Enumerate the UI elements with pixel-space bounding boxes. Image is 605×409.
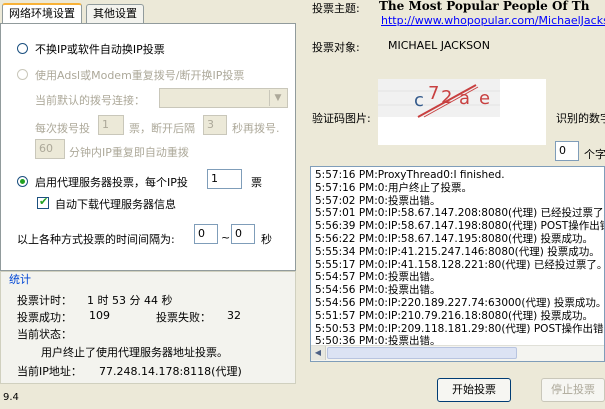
redial-seconds-input[interactable]: 3 xyxy=(203,115,227,135)
captcha-count-unit: 个字 xyxy=(584,148,605,161)
captcha-char-1: c xyxy=(414,90,424,111)
proxy-votes-unit: 票 xyxy=(251,176,262,189)
dial-connection-label: 当前默认的拨号连接： xyxy=(35,94,145,107)
vote-url-link[interactable]: http://www.whopopular.com/MichaelJackson xyxy=(381,14,605,27)
statistics-group: 统计 投票计时： 1 时 53 分 44 秒 投票成功： 109 投票失败： 3… xyxy=(0,271,296,384)
interval-unit: 秒 xyxy=(261,233,272,246)
captcha-image: c 7 2 a e xyxy=(378,79,546,145)
log-line: 5:54:57 PM:0:投票出错。 xyxy=(315,271,441,284)
log-line: 5:57:16 PM:0:用户终止了投票。 xyxy=(315,181,472,194)
dial-connection-select[interactable]: ▼ xyxy=(159,88,288,108)
proxy-votes-input[interactable]: 1 xyxy=(207,169,242,189)
vote-subject-value: The Most Popular People Of Th xyxy=(379,0,590,13)
tab-other-settings[interactable]: 其他设置 xyxy=(86,4,144,23)
radio-adsl-redial-label: 使用Adsl或Modem重复拨号/断开换IP投票 xyxy=(35,69,245,82)
vote-target-value: MICHAEL JACKSON xyxy=(388,39,490,52)
interval-tilde: ~ xyxy=(221,231,231,244)
redial-prefix-label: 每次拨号投 xyxy=(35,122,90,135)
vote-subject-label: 投票主题: xyxy=(312,2,360,15)
log-line: 5:56:39 PM:0:IP:58.67.147.198:8080(代理) P… xyxy=(315,220,605,233)
current-status-label: 当前状态： xyxy=(17,328,72,341)
interval-from-input[interactable]: 0 xyxy=(194,224,218,244)
repeat-suffix-label: 分钟内IP重复即自动重拨 xyxy=(69,146,189,159)
radio-proxy-vote[interactable] xyxy=(17,176,28,187)
start-vote-button[interactable]: 开始投票 xyxy=(437,378,511,402)
redial-votes-input[interactable]: 1 xyxy=(98,115,124,135)
horizontal-scrollbar[interactable]: ◀ xyxy=(311,345,604,361)
vote-log[interactable]: 5:57:16 PM:ProxyThread0:I finished. 5:57:… xyxy=(310,166,605,362)
scroll-thumb[interactable] xyxy=(327,347,517,359)
current-status-value: 用户终止了使用代理服务器地址投票。 xyxy=(41,346,228,359)
log-line: 5:55:34 PM:0:IP:41.215.247.146:8080(代理) … xyxy=(315,245,600,258)
stop-vote-button[interactable]: 停止投票 xyxy=(541,378,605,402)
vote-time-label: 投票计时： xyxy=(17,294,72,307)
auto-download-proxy-label: 自动下载代理服务器信息 xyxy=(55,198,176,211)
log-line: 5:57:01 PM:0:IP:58.67.147.208:8080(代理) 已… xyxy=(315,207,605,220)
log-line: 5:54:56 PM:0:IP:220.189.227.74:63000(代理)… xyxy=(315,297,605,309)
auto-download-proxy-checkbox[interactable]: ✔ xyxy=(37,195,49,209)
tab-network-settings[interactable]: 网络环境设置 xyxy=(2,3,82,25)
vote-success-value: 109 xyxy=(89,309,110,322)
interval-label: 以上各种方式投票的时间间隔为: xyxy=(17,233,175,246)
version-label: 9.4 xyxy=(3,392,19,403)
statistics-title: 统计 xyxy=(9,273,31,286)
log-line: 5:57:02 PM:0:投票出错。 xyxy=(315,194,441,207)
scroll-left-icon[interactable]: ◀ xyxy=(311,346,326,360)
radio-proxy-vote-label: 启用代理服务器投票，每个IP投 xyxy=(35,176,188,189)
vote-fail-label: 投票失败： xyxy=(156,311,211,324)
current-ip-value: 77.248.14.178:8118(代理) xyxy=(99,365,242,378)
log-line: 5:55:17 PM:0:IP:41.158.128.221:80(代理) 已经… xyxy=(315,258,605,271)
network-settings-panel: 不换IP或软件自动换IP投票 使用Adsl或Modem重复拨号/断开换IP投票 … xyxy=(0,23,296,271)
vote-fail-value: 32 xyxy=(227,309,241,322)
captcha-count-input[interactable]: 0 xyxy=(555,141,579,161)
radio-adsl-redial[interactable] xyxy=(17,69,28,80)
repeat-minutes-input[interactable]: 60 xyxy=(35,139,65,159)
captcha-char-2: 7 xyxy=(428,83,439,104)
vote-target-label: 投票对象: xyxy=(312,41,360,54)
chevron-down-icon: ▼ xyxy=(269,90,286,106)
radio-no-change-ip-label: 不换IP或软件自动换IP投票 xyxy=(35,43,165,56)
log-line: 5:57:16 PM:ProxyThread0:I finished. xyxy=(315,169,505,181)
recognized-digits-label: 识别的数字 xyxy=(556,112,605,125)
log-line: 5:54:56 PM:0:投票出错。 xyxy=(315,284,441,297)
captcha-graphic: c 7 2 a e xyxy=(378,79,546,145)
interval-to-input[interactable]: 0 xyxy=(231,224,255,244)
vote-time-value: 1 时 53 分 44 秒 xyxy=(87,294,173,307)
log-line: 5:51:57 PM:0:IP:210.79.216.18:8080(代理) 投… xyxy=(315,309,594,322)
current-ip-label: 当前IP地址： xyxy=(17,365,82,378)
redial-suffix-label: 秒再拨号. xyxy=(232,122,280,135)
captcha-label: 验证码图片: xyxy=(312,112,371,125)
vote-success-label: 投票成功： xyxy=(17,311,72,324)
radio-no-change-ip[interactable] xyxy=(17,43,28,54)
redial-mid-label: 票，断开后隔 xyxy=(129,122,195,135)
log-line: 5:50:53 PM:0:IP:209.118.181.29:80(代理) PO… xyxy=(315,322,605,335)
captcha-char-5: e xyxy=(479,88,490,109)
checkmark-icon: ✔ xyxy=(39,195,49,208)
log-line: 5:56:22 PM:0:IP:58.67.147.195:8080(代理) 投… xyxy=(315,233,594,245)
